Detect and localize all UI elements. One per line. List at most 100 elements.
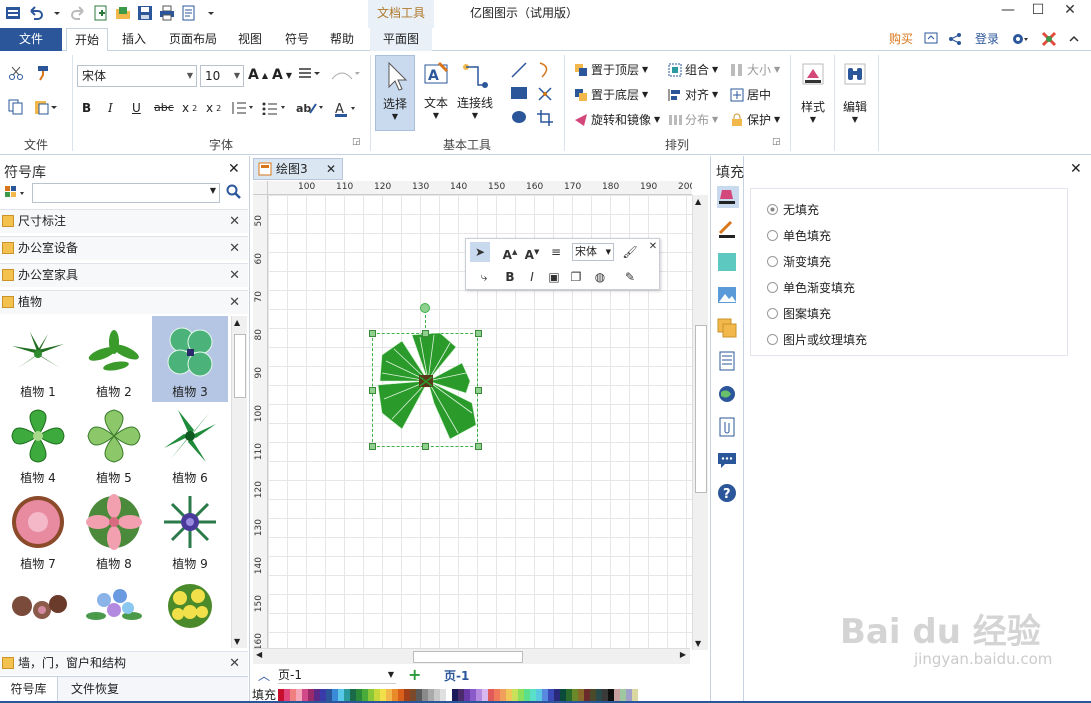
image-icon[interactable] bbox=[717, 285, 737, 308]
scroll-down-icon[interactable]: ▼ bbox=[695, 639, 701, 648]
shape-plant-5[interactable]: 植物 5 bbox=[76, 402, 152, 488]
paste-icon[interactable] bbox=[34, 99, 58, 115]
print-icon[interactable] bbox=[158, 4, 176, 22]
tab-insert[interactable]: 插入 bbox=[114, 28, 154, 51]
ft-fill-color-icon[interactable]: ◍ bbox=[590, 267, 610, 287]
ft-connector-icon[interactable]: ⤷ bbox=[474, 267, 494, 287]
shape-plant-9[interactable]: 植物 9 bbox=[152, 488, 228, 574]
edit-button[interactable]: 编辑 ▼ bbox=[836, 55, 874, 131]
attachment-icon[interactable] bbox=[717, 417, 737, 440]
line-shape-icon[interactable] bbox=[510, 61, 528, 79]
comment-icon[interactable] bbox=[717, 450, 737, 473]
close-library-icon[interactable]: ✕ bbox=[229, 237, 240, 260]
tab-help[interactable]: 帮助 bbox=[322, 28, 362, 51]
bring-to-front-button[interactable]: 置于顶层 ▼ bbox=[574, 61, 648, 78]
ft-line-style-icon[interactable]: ✎ bbox=[620, 267, 640, 287]
style-button[interactable]: 样式 ▼ bbox=[794, 55, 832, 131]
cross-point-icon[interactable] bbox=[536, 85, 554, 103]
subscript-button[interactable]: x2 bbox=[182, 101, 197, 115]
shape-plant-7[interactable]: 植物 7 bbox=[0, 488, 76, 574]
tab-file[interactable]: 文件 bbox=[0, 28, 62, 51]
rectangle-shape-icon[interactable] bbox=[510, 85, 528, 101]
shape-plant-3[interactable]: 植物 3 bbox=[152, 316, 228, 402]
text-effect-icon[interactable] bbox=[330, 67, 360, 81]
scroll-left-icon[interactable]: ◀ bbox=[256, 650, 262, 659]
strikethrough-button[interactable]: abc bbox=[154, 101, 174, 114]
page-list-icon[interactable] bbox=[717, 351, 737, 374]
tab-file-recovery[interactable]: 文件恢复 bbox=[62, 677, 128, 703]
qat-customize-icon[interactable] bbox=[202, 4, 220, 22]
italic-button[interactable]: I bbox=[108, 101, 113, 115]
distribute-button[interactable]: 分布 ▼ bbox=[668, 111, 718, 128]
resize-handle-nw[interactable] bbox=[369, 330, 376, 337]
size-button[interactable]: 大小 ▼ bbox=[730, 61, 780, 78]
close-fill-panel-icon[interactable]: ✕ bbox=[1070, 161, 1082, 177]
canvas-horizontal-scrollbar[interactable]: ◀ ▶ bbox=[253, 648, 690, 664]
scroll-right-icon[interactable]: ▶ bbox=[680, 650, 686, 659]
page-collapse-icon[interactable]: ︿ bbox=[258, 666, 270, 686]
shape-plant-12[interactable] bbox=[152, 574, 228, 648]
rotate-mirror-button[interactable]: 旋转和镜像 ▼ bbox=[574, 111, 660, 128]
tab-home[interactable]: 开始 bbox=[66, 28, 108, 52]
close-library-icon[interactable]: ✕ bbox=[229, 291, 240, 314]
scroll-down-icon[interactable]: ▼ bbox=[234, 637, 240, 646]
library-scroll-thumb[interactable] bbox=[234, 334, 246, 398]
crop-icon[interactable] bbox=[536, 109, 554, 127]
share-icon[interactable] bbox=[944, 28, 966, 51]
login-link[interactable]: 登录 bbox=[970, 28, 1004, 51]
shape-plant-6[interactable]: 植物 6 bbox=[152, 402, 228, 488]
close-library-icon[interactable]: ✕ bbox=[229, 652, 240, 675]
shape-plant-10[interactable] bbox=[0, 574, 76, 648]
close-panel-icon[interactable]: ✕ bbox=[228, 161, 240, 177]
library-grid-icon[interactable] bbox=[4, 184, 30, 204]
library-row-office-furniture[interactable]: 办公室家具 ✕ bbox=[0, 263, 248, 287]
select-tool-button[interactable]: 选择 ▼ bbox=[375, 55, 415, 131]
copy-icon[interactable] bbox=[8, 99, 24, 115]
ft-shrink-font-button[interactable]: A▼ bbox=[522, 242, 542, 262]
fill-option-pattern[interactable]: 图案填充 bbox=[767, 305, 831, 322]
shrink-font-button[interactable]: A ▼ bbox=[272, 67, 292, 83]
shadow-icon[interactable] bbox=[717, 252, 737, 275]
line-spacing-icon[interactable] bbox=[230, 101, 254, 115]
tab-page-layout[interactable]: 页面布局 bbox=[162, 28, 224, 51]
ft-shape-icon[interactable]: ▣ bbox=[544, 267, 564, 287]
ft-align-icon[interactable]: ≡ bbox=[546, 242, 566, 262]
redo-icon[interactable] bbox=[70, 4, 88, 22]
close-library-icon[interactable]: ✕ bbox=[229, 264, 240, 287]
close-window-button[interactable]: ✕ bbox=[1055, 0, 1085, 22]
symbol-search-input[interactable]: ▼ bbox=[32, 183, 220, 203]
font-color-icon[interactable]: A bbox=[334, 101, 358, 117]
close-library-icon[interactable]: ✕ bbox=[229, 210, 240, 233]
resize-handle-w[interactable] bbox=[369, 387, 376, 394]
ellipse-shape-icon[interactable] bbox=[510, 109, 528, 125]
resize-handle-se[interactable] bbox=[475, 443, 482, 450]
resize-handle-s[interactable] bbox=[422, 443, 429, 450]
resize-handle-e[interactable] bbox=[475, 387, 482, 394]
library-row-office-equipment[interactable]: 办公室设备 ✕ bbox=[0, 236, 248, 260]
font-dialog-launcher-icon[interactable]: ◲ bbox=[352, 137, 361, 147]
canvas-vertical-scrollbar[interactable]: ▲ ▼ bbox=[692, 195, 708, 650]
fill-option-solid[interactable]: 单色填充 bbox=[767, 227, 831, 244]
shape-plant-2[interactable]: 植物 2 bbox=[76, 316, 152, 402]
rotate-handle[interactable] bbox=[420, 303, 430, 313]
buy-link[interactable]: 购买 bbox=[884, 28, 918, 51]
align-button[interactable]: 对齐 ▼ bbox=[668, 86, 718, 103]
align-text-icon[interactable] bbox=[298, 67, 320, 81]
cut-icon[interactable] bbox=[8, 65, 24, 81]
undo-dropdown-icon[interactable] bbox=[48, 4, 66, 22]
document-tab[interactable]: 绘图3 ✕ bbox=[253, 158, 343, 180]
canvas-hscroll-thumb[interactable] bbox=[413, 651, 523, 663]
library-scrollbar[interactable]: ▲ ▼ bbox=[231, 316, 247, 648]
page-tab[interactable]: 页-1 bbox=[444, 666, 469, 686]
export-icon[interactable] bbox=[180, 4, 198, 22]
ft-format-painter-icon[interactable]: 🖌 bbox=[620, 242, 640, 262]
tab-view[interactable]: 视图 bbox=[230, 28, 270, 51]
shape-plant-4[interactable]: 植物 4 bbox=[0, 402, 76, 488]
page-select[interactable]: 页-1 ▼ bbox=[278, 668, 396, 684]
format-painter-icon[interactable] bbox=[34, 65, 50, 81]
resize-handle-ne[interactable] bbox=[475, 330, 482, 337]
font-family-select[interactable]: 宋体 ▼ bbox=[77, 65, 197, 87]
fill-option-single-gradient[interactable]: 单色渐变填充 bbox=[767, 279, 855, 296]
ft-grow-font-button[interactable]: A▲ bbox=[500, 242, 520, 262]
tab-symbol-library[interactable]: 符号库 bbox=[0, 677, 58, 703]
